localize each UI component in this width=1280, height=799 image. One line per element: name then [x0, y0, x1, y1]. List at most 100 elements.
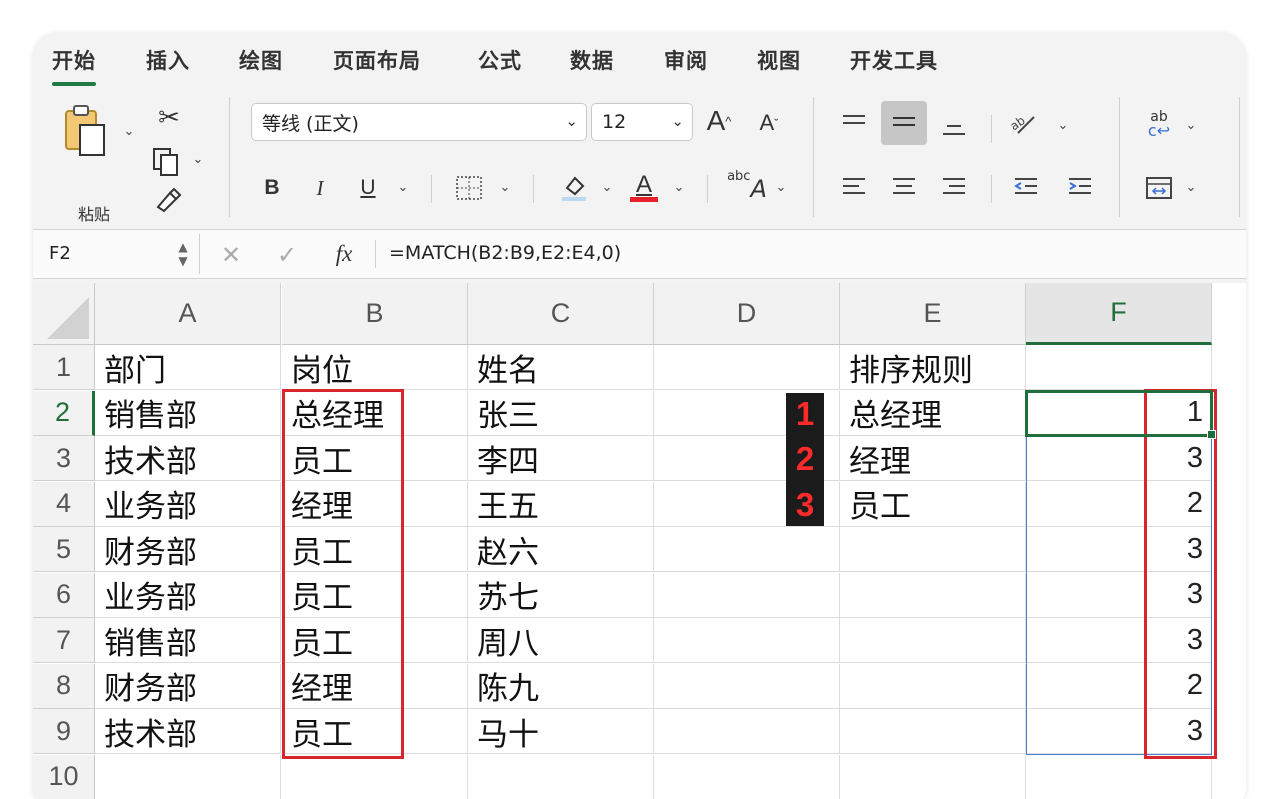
cell-b7[interactable]: 员工 — [282, 618, 468, 663]
merge-dropdown-chevron-icon[interactable]: ⌄ — [1183, 179, 1199, 195]
cell-b5[interactable]: 员工 — [282, 527, 468, 572]
cell-e8[interactable] — [840, 663, 1026, 709]
cell-f2[interactable]: 1 — [1026, 390, 1212, 436]
tab-developer[interactable]: 开发工具 — [850, 45, 938, 75]
cell-c5[interactable]: 赵六 — [468, 527, 654, 572]
cell-c3[interactable]: 李四 — [468, 436, 654, 481]
cell-f10[interactable] — [1026, 754, 1212, 799]
cell-e4[interactable]: 员工 — [840, 481, 1026, 527]
fill-handle[interactable] — [1207, 430, 1216, 439]
phonetic-dropdown-chevron-icon[interactable]: ⌄ — [773, 179, 789, 195]
row-header-2[interactable]: 2 — [33, 390, 95, 436]
increase-indent-icon[interactable] — [1063, 171, 1097, 205]
enter-check-icon[interactable]: ✓ — [273, 240, 301, 270]
tab-draw[interactable]: 绘图 — [239, 45, 283, 75]
copy-icon[interactable] — [150, 145, 184, 179]
tab-view[interactable]: 视图 — [757, 45, 801, 75]
cell-f6[interactable]: 3 — [1026, 572, 1212, 618]
cell-f9[interactable]: 3 — [1026, 709, 1212, 754]
align-top-icon[interactable] — [837, 107, 871, 139]
cell-f8[interactable]: 2 — [1026, 663, 1212, 709]
cell-e10[interactable] — [840, 754, 1026, 799]
paste-icon[interactable] — [61, 101, 109, 159]
cell-b3[interactable]: 员工 — [282, 436, 468, 481]
fill-color-bucket-icon[interactable] — [557, 169, 591, 205]
cell-e7[interactable] — [840, 618, 1026, 663]
tab-page-layout[interactable]: 页面布局 — [333, 45, 421, 75]
cell-a10[interactable] — [95, 754, 281, 799]
cell-f4[interactable]: 2 — [1026, 481, 1212, 527]
column-header-b[interactable]: B — [282, 283, 468, 345]
cell-d6[interactable] — [654, 572, 840, 618]
cell-b8[interactable]: 经理 — [282, 663, 468, 709]
cell-c2[interactable]: 张三 — [468, 390, 654, 436]
cell-e9[interactable] — [840, 709, 1026, 754]
borders-icon[interactable] — [453, 171, 485, 205]
cell-a2[interactable]: 销售部 — [95, 390, 281, 436]
merge-center-icon[interactable] — [1141, 171, 1177, 205]
borders-dropdown-chevron-icon[interactable]: ⌄ — [497, 179, 513, 195]
cell-b1[interactable]: 岗位 — [282, 345, 468, 390]
tab-insert[interactable]: 插入 — [146, 45, 190, 75]
cell-a6[interactable]: 业务部 — [95, 572, 281, 618]
row-header-5[interactable]: 5 — [33, 527, 95, 572]
cell-d9[interactable] — [654, 709, 840, 754]
align-right-icon[interactable] — [937, 171, 971, 205]
underline-dropdown-chevron-icon[interactable]: ⌄ — [395, 179, 411, 195]
orientation-dropdown-chevron-icon[interactable]: ⌄ — [1055, 117, 1071, 133]
cell-b6[interactable]: 员工 — [282, 572, 468, 618]
cell-b4[interactable]: 经理 — [282, 481, 468, 527]
phonetic-guide-icon[interactable]: abc A — [727, 169, 767, 205]
cell-e6[interactable] — [840, 572, 1026, 618]
cell-c4[interactable]: 王五 — [468, 481, 654, 527]
font-name-select[interactable]: 等线 (正文) ⌄ — [251, 103, 587, 141]
shrink-font-icon[interactable]: Aˇ — [751, 105, 787, 141]
cell-a1[interactable]: 部门 — [95, 345, 281, 390]
cell-c1[interactable]: 姓名 — [468, 345, 654, 390]
cell-f1[interactable] — [1026, 345, 1212, 390]
cell-b9[interactable]: 员工 — [282, 709, 468, 754]
row-header-3[interactable]: 3 — [33, 436, 95, 481]
cell-a4[interactable]: 业务部 — [95, 481, 281, 527]
column-header-e[interactable]: E — [840, 283, 1026, 345]
cell-a9[interactable]: 技术部 — [95, 709, 281, 754]
cell-f3[interactable]: 3 — [1026, 436, 1212, 481]
row-header-10[interactable]: 10 — [33, 754, 95, 799]
wrap-text-icon[interactable]: ab c↩ — [1141, 105, 1177, 143]
cell-f5[interactable]: 3 — [1026, 527, 1212, 572]
row-header-8[interactable]: 8 — [33, 663, 95, 709]
copy-dropdown-chevron-icon[interactable]: ⌄ — [190, 151, 206, 167]
font-color-dropdown-chevron-icon[interactable]: ⌄ — [671, 179, 687, 195]
cell-e3[interactable]: 经理 — [840, 436, 1026, 481]
select-all-corner[interactable] — [33, 283, 95, 345]
text-orientation-icon[interactable]: ab — [1005, 107, 1041, 141]
align-left-icon[interactable] — [837, 171, 871, 205]
cell-c9[interactable]: 马十 — [468, 709, 654, 754]
name-box-stepper-icon[interactable]: ▲ ▼ — [173, 236, 193, 272]
tab-formulas[interactable]: 公式 — [478, 45, 522, 75]
wrap-dropdown-chevron-icon[interactable]: ⌄ — [1183, 117, 1199, 133]
tab-review[interactable]: 审阅 — [664, 45, 708, 75]
row-header-1[interactable]: 1 — [33, 345, 95, 390]
row-header-4[interactable]: 4 — [33, 481, 95, 527]
cell-d7[interactable] — [654, 618, 840, 663]
cell-d5[interactable] — [654, 527, 840, 572]
tab-home[interactable]: 开始 — [52, 45, 96, 86]
bold-button[interactable]: B — [259, 171, 285, 205]
tab-data[interactable]: 数据 — [570, 45, 614, 75]
cell-a8[interactable]: 财务部 — [95, 663, 281, 709]
insert-function-fx-icon[interactable]: fx — [329, 238, 359, 270]
grow-font-icon[interactable]: A ^ — [701, 101, 737, 141]
paste-dropdown-chevron-icon[interactable]: ⌄ — [121, 123, 137, 139]
font-color-icon[interactable]: A — [627, 167, 661, 205]
cell-f7[interactable]: 3 — [1026, 618, 1212, 663]
cell-c10[interactable] — [468, 754, 654, 799]
underline-button[interactable]: U — [355, 171, 381, 205]
cell-c7[interactable]: 周八 — [468, 618, 654, 663]
font-size-select[interactable]: 12 ⌄ — [591, 103, 693, 141]
cancel-icon[interactable]: ✕ — [217, 240, 245, 270]
row-header-7[interactable]: 7 — [33, 618, 95, 663]
cell-a5[interactable]: 财务部 — [95, 527, 281, 572]
decrease-indent-icon[interactable] — [1009, 171, 1043, 205]
column-header-d[interactable]: D — [654, 283, 840, 345]
